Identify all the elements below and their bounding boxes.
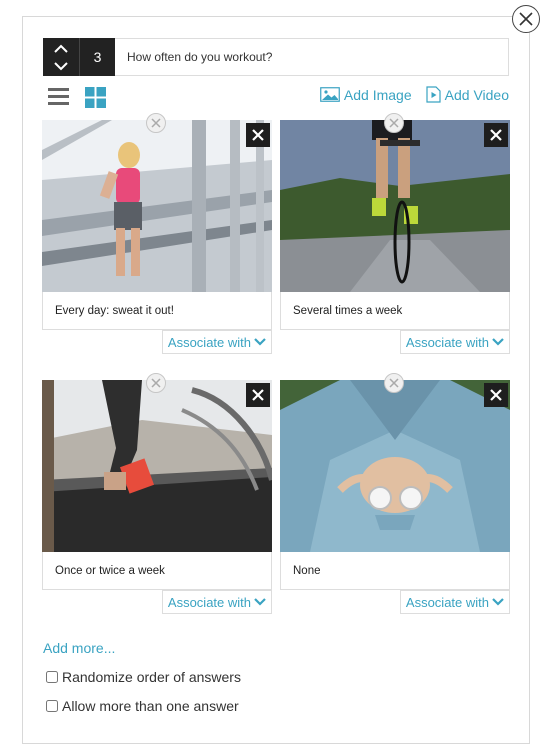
question-number: 3 xyxy=(79,38,115,76)
multiple-answers-checkbox[interactable] xyxy=(46,700,58,712)
move-down-icon[interactable] xyxy=(43,58,79,74)
associate-with-dropdown[interactable]: Associate with xyxy=(161,330,272,354)
answer-photo xyxy=(42,120,272,292)
chevron-down-icon xyxy=(492,598,504,606)
answer-photo xyxy=(42,380,272,552)
remove-answer-icon[interactable] xyxy=(484,123,508,147)
add-image-link[interactable]: Add Image xyxy=(320,87,412,103)
media-links: Add Image Add Video xyxy=(320,86,509,103)
associate-with-label: Associate with xyxy=(405,334,489,350)
associate-with-dropdown[interactable]: Associate with xyxy=(161,590,272,614)
chevron-down-icon xyxy=(254,598,266,606)
remove-answer-icon[interactable] xyxy=(246,383,270,407)
answer-card: None Associate with xyxy=(280,373,510,614)
chevron-down-icon xyxy=(492,338,504,346)
clear-image-icon[interactable] xyxy=(384,373,404,393)
question-order-stepper xyxy=(43,38,79,76)
add-video-label: Add Video xyxy=(444,86,509,103)
image-icon xyxy=(320,87,340,102)
answer-photo xyxy=(280,120,510,292)
associate-with-dropdown[interactable]: Associate with xyxy=(399,590,510,614)
associate-with-dropdown[interactable]: Associate with xyxy=(399,330,510,354)
question-text-input[interactable]: How often do you workout? xyxy=(115,38,509,76)
answer-card: Several times a week Associate with xyxy=(280,113,510,354)
list-view-icon[interactable] xyxy=(48,86,70,108)
clear-image-icon[interactable] xyxy=(146,113,166,133)
clear-image-icon[interactable] xyxy=(384,113,404,133)
answer-text-input[interactable]: None xyxy=(280,552,510,590)
answer-card: Every day: sweat it out! Associate with xyxy=(42,113,272,354)
add-more-link[interactable]: Add more... xyxy=(43,640,115,656)
remove-answer-icon[interactable] xyxy=(246,123,270,147)
associate-with-label: Associate with xyxy=(405,594,489,610)
associate-with-label: Associate with xyxy=(167,594,251,610)
answer-text-input[interactable]: Several times a week xyxy=(280,292,510,330)
grid-view-icon[interactable] xyxy=(85,86,107,108)
answer-text-input[interactable]: Every day: sweat it out! xyxy=(42,292,272,330)
video-icon xyxy=(426,86,441,103)
randomize-checkbox[interactable] xyxy=(46,671,58,683)
multiple-answers-label: Allow more than one answer xyxy=(62,698,239,714)
close-icon[interactable] xyxy=(512,5,540,33)
randomize-option[interactable]: Randomize order of answers xyxy=(46,669,241,685)
randomize-label: Randomize order of answers xyxy=(62,669,241,685)
move-up-icon[interactable] xyxy=(43,40,79,56)
add-video-link[interactable]: Add Video xyxy=(426,86,509,103)
chevron-down-icon xyxy=(254,338,266,346)
answer-text-input[interactable]: Once or twice a week xyxy=(42,552,272,590)
multiple-answers-option[interactable]: Allow more than one answer xyxy=(46,698,239,714)
answer-card: Once or twice a week Associate with xyxy=(42,373,272,614)
associate-with-label: Associate with xyxy=(167,334,251,350)
clear-image-icon[interactable] xyxy=(146,373,166,393)
question-bar: 3 How often do you workout? xyxy=(43,38,509,76)
answer-photo xyxy=(280,380,510,552)
add-image-label: Add Image xyxy=(343,86,412,103)
remove-answer-icon[interactable] xyxy=(484,383,508,407)
